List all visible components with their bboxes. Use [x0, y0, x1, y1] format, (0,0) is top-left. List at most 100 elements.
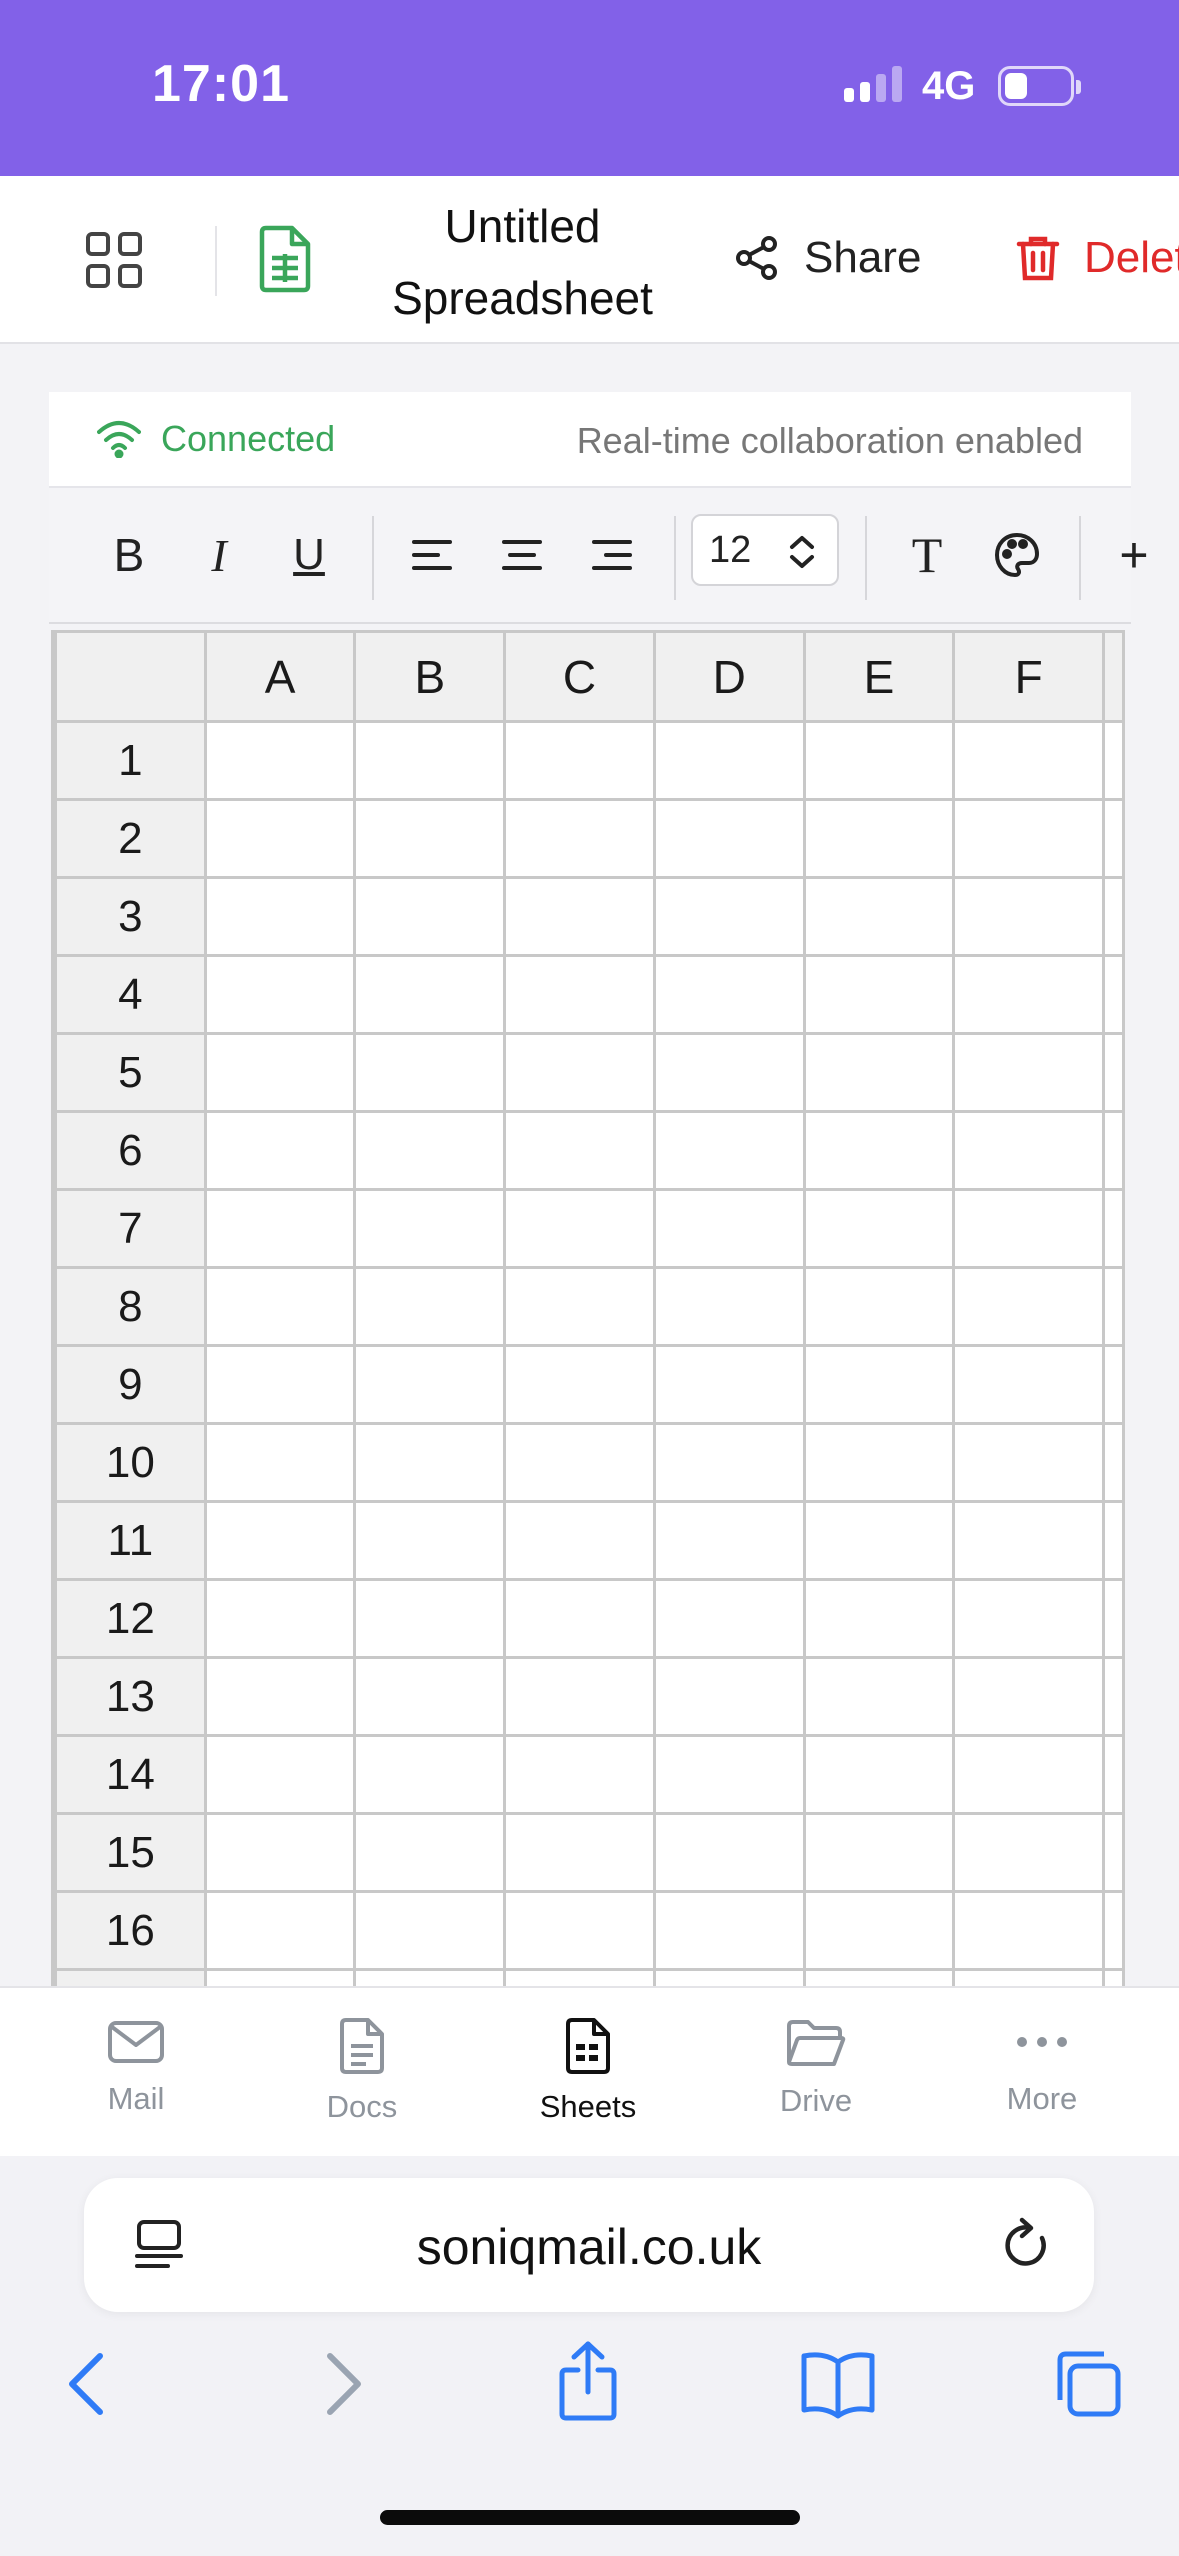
- grid-cell[interactable]: [203, 1188, 357, 1269]
- grid-cell[interactable]: [652, 1500, 806, 1581]
- grid-cell[interactable]: [802, 1656, 956, 1737]
- grid-cell[interactable]: [802, 1266, 956, 1347]
- grid-cell[interactable]: [353, 1812, 507, 1893]
- row-header[interactable]: 15: [54, 1812, 207, 1893]
- grid-cell[interactable]: [203, 1344, 357, 1425]
- grid-cell[interactable]: [1102, 1344, 1125, 1425]
- grid-cell[interactable]: [652, 876, 806, 957]
- grid-cell[interactable]: [353, 720, 507, 801]
- column-header-partial[interactable]: [1102, 630, 1125, 723]
- grid-cell[interactable]: [952, 1422, 1105, 1503]
- grid-cell[interactable]: [503, 1890, 656, 1971]
- share-sheet-icon[interactable]: [556, 2340, 620, 2422]
- align-right-button[interactable]: [581, 522, 643, 588]
- grid-cell[interactable]: [503, 1266, 656, 1347]
- grid-cell[interactable]: [952, 876, 1105, 957]
- bookmarks-icon[interactable]: [800, 2348, 876, 2420]
- color-palette-button[interactable]: [985, 522, 1049, 588]
- row-header[interactable]: 14: [54, 1734, 207, 1815]
- row-header[interactable]: 10: [54, 1422, 207, 1503]
- column-header[interactable]: A: [203, 630, 357, 723]
- grid-cell[interactable]: [652, 1734, 806, 1815]
- grid-cell[interactable]: [353, 1266, 507, 1347]
- grid-cell[interactable]: [952, 1656, 1105, 1737]
- grid-menu-icon[interactable]: [82, 228, 146, 292]
- grid-cell[interactable]: [802, 1188, 956, 1269]
- grid-cell[interactable]: [503, 1500, 656, 1581]
- grid-cell[interactable]: [802, 1890, 956, 1971]
- grid-cell[interactable]: [952, 1110, 1105, 1191]
- nav-item-docs[interactable]: Docs: [282, 2018, 442, 2125]
- grid-cell[interactable]: [203, 1032, 357, 1113]
- grid-cell[interactable]: [353, 1188, 507, 1269]
- grid-cell[interactable]: [952, 1578, 1105, 1659]
- grid-cell[interactable]: [952, 1344, 1105, 1425]
- grid-cell[interactable]: [1102, 798, 1125, 879]
- grid-cell[interactable]: [952, 1188, 1105, 1269]
- grid-cell[interactable]: [652, 1968, 806, 1986]
- grid-cell[interactable]: [802, 1812, 956, 1893]
- grid-cell[interactable]: [203, 1890, 357, 1971]
- back-icon[interactable]: [62, 2348, 112, 2420]
- grid-cell[interactable]: [203, 1578, 357, 1659]
- grid-cell[interactable]: [652, 1422, 806, 1503]
- grid-cell[interactable]: [203, 720, 357, 801]
- row-header[interactable]: 9: [54, 1344, 207, 1425]
- row-header[interactable]: 7: [54, 1188, 207, 1269]
- grid-cell[interactable]: [952, 1890, 1105, 1971]
- corner-cell[interactable]: [54, 630, 207, 723]
- grid-cell[interactable]: [353, 1890, 507, 1971]
- grid-cell[interactable]: [503, 1656, 656, 1737]
- column-header[interactable]: D: [652, 630, 806, 723]
- grid-cell[interactable]: [203, 1734, 357, 1815]
- grid-cell[interactable]: [353, 1032, 507, 1113]
- underline-button[interactable]: U: [279, 522, 339, 588]
- grid-cell[interactable]: [652, 1890, 806, 1971]
- grid-cell[interactable]: [802, 798, 956, 879]
- column-header[interactable]: B: [353, 630, 507, 723]
- grid-cell[interactable]: [802, 1032, 956, 1113]
- grid-cell[interactable]: [802, 1968, 956, 1986]
- grid-cell[interactable]: [1102, 1656, 1125, 1737]
- add-button[interactable]: +: [1109, 522, 1159, 588]
- column-header[interactable]: E: [802, 630, 956, 723]
- reload-icon[interactable]: [1000, 2216, 1054, 2272]
- address-bar[interactable]: soniqmail.co.uk: [84, 2178, 1094, 2312]
- grid-cell[interactable]: [203, 1500, 357, 1581]
- row-header[interactable]: 12: [54, 1578, 207, 1659]
- grid-cell[interactable]: [353, 876, 507, 957]
- grid-cell[interactable]: [952, 1032, 1105, 1113]
- grid-cell[interactable]: [503, 1032, 656, 1113]
- grid-cell[interactable]: [503, 1188, 656, 1269]
- grid-cell[interactable]: [503, 1422, 656, 1503]
- nav-item-more[interactable]: More: [962, 2018, 1122, 2117]
- grid-cell[interactable]: [503, 1812, 656, 1893]
- row-header[interactable]: 16: [54, 1890, 207, 1971]
- column-header[interactable]: C: [503, 630, 656, 723]
- grid-cell[interactable]: [652, 720, 806, 801]
- row-header[interactable]: 13: [54, 1656, 207, 1737]
- grid-cell[interactable]: [353, 1500, 507, 1581]
- grid-cell[interactable]: [1102, 1578, 1125, 1659]
- grid-cell[interactable]: [802, 1110, 956, 1191]
- font-size-stepper[interactable]: 12: [691, 514, 839, 586]
- nav-item-drive[interactable]: Drive: [736, 2018, 896, 2119]
- row-header[interactable]: 2: [54, 798, 207, 879]
- grid-cell[interactable]: [353, 1110, 507, 1191]
- delete-button[interactable]: Delete: [1016, 226, 1179, 290]
- align-center-button[interactable]: [491, 522, 553, 588]
- grid-cell[interactable]: [1102, 876, 1125, 957]
- grid-cell[interactable]: [1102, 1812, 1125, 1893]
- grid-cell[interactable]: [503, 1968, 656, 1986]
- grid-cell[interactable]: [503, 954, 656, 1035]
- grid-cell[interactable]: [952, 1812, 1105, 1893]
- document-title[interactable]: Untitled Spreadsheet: [340, 190, 705, 334]
- grid-cell[interactable]: [353, 1578, 507, 1659]
- grid-cell[interactable]: [353, 1344, 507, 1425]
- grid-cell[interactable]: [652, 1188, 806, 1269]
- grid-cell[interactable]: [353, 1734, 507, 1815]
- grid-cell[interactable]: [203, 954, 357, 1035]
- grid-cell[interactable]: [802, 1734, 956, 1815]
- grid-cell[interactable]: [353, 798, 507, 879]
- grid-cell[interactable]: [203, 1968, 357, 1986]
